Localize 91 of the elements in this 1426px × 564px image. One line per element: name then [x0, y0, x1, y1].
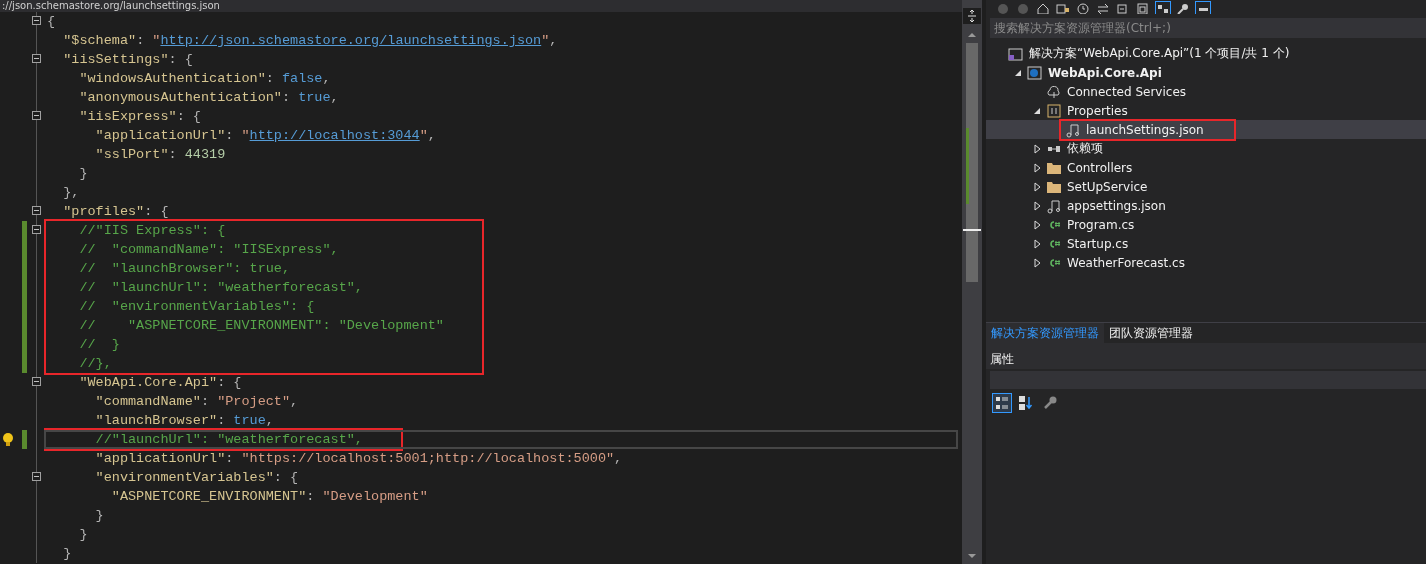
code-line: "profiles": {	[62, 203, 170, 221]
tree-row[interactable]: Controllers	[986, 158, 1426, 177]
solution-icon	[1008, 45, 1024, 62]
tree-item-label[interactable]: Properties	[1067, 103, 1128, 118]
code-line: // }	[78, 336, 121, 354]
tree-item-label[interactable]: Program.cs	[1067, 217, 1135, 232]
collapsed-arrow-icon[interactable]	[1032, 219, 1042, 230]
collapse-icon[interactable]	[32, 16, 41, 25]
cloud-icon	[1046, 83, 1062, 100]
collapsed-arrow-icon[interactable]	[1032, 162, 1042, 173]
navigation-path: ://json.schemastore.org/launchsettings.json	[2, 0, 220, 12]
tree-row[interactable]: Startup.cs	[986, 234, 1426, 253]
code-line: "windowsAuthentication": false,	[78, 70, 332, 88]
tree-row[interactable]: SetUpService	[986, 177, 1426, 196]
collapse-icon[interactable]	[32, 54, 41, 63]
tree-item-label[interactable]: WeatherForecast.cs	[1067, 255, 1185, 270]
code-line: "anonymousAuthentication": true,	[78, 89, 340, 107]
code-line: //"IIS Express": {	[78, 222, 227, 240]
url-link[interactable]: http://json.schemastore.org/launchsettings.json	[160, 33, 542, 48]
tree-item-label[interactable]: Connected Services	[1067, 84, 1187, 99]
properties-icon	[1046, 102, 1062, 119]
code-line: }	[78, 526, 89, 544]
code-line: }	[94, 507, 105, 525]
code-line: }	[78, 165, 89, 183]
sync-active-document-icon[interactable]	[1156, 2, 1170, 14]
search-field[interactable]: 搜索解决方案资源管理器(Ctrl+;)	[990, 18, 1426, 38]
tree-row[interactable]: appsettings.json	[986, 196, 1426, 215]
tree-row[interactable]: Properties	[986, 101, 1426, 120]
json-file-icon	[1046, 197, 1062, 214]
tree-row[interactable]: launchSettings.json	[986, 120, 1426, 139]
tree-row[interactable]: WebApi.Core.Api	[986, 63, 1426, 82]
web-project-icon	[1027, 64, 1043, 81]
sync-arrows-icon[interactable]	[1096, 2, 1110, 14]
code-line: "commandName": "Project",	[94, 393, 300, 411]
code-line: //"launchUrl": "weatherforecast",	[94, 431, 363, 449]
collapse-icon[interactable]	[32, 206, 41, 215]
collapse-icon[interactable]	[32, 377, 41, 386]
tree-row[interactable]: 解决方案“WebApi.Core.Api”(1 个项目/共 1 个)	[986, 44, 1426, 63]
code-line: // "launchUrl": "weatherforecast",	[78, 279, 364, 297]
code-line: //},	[78, 355, 113, 373]
lightbulb-icon[interactable]	[1, 432, 15, 448]
collapsed-arrow-icon[interactable]	[1032, 238, 1042, 249]
collapse-icon[interactable]	[32, 472, 41, 481]
tree-row[interactable]: Connected Services	[986, 82, 1426, 101]
tree-item-label[interactable]: 依赖项	[1067, 140, 1103, 157]
wrench-icon[interactable]	[1176, 2, 1190, 14]
collapsed-arrow-icon[interactable]	[1032, 200, 1042, 211]
preview-icon[interactable]	[1196, 2, 1210, 14]
code-line: // "ASPNETCORE_ENVIRONMENT": "Development"	[78, 317, 444, 335]
panel-tab[interactable]: 团队资源管理器	[1104, 323, 1198, 343]
tree-row[interactable]: WeatherForecast.cs	[986, 253, 1426, 272]
show-all-files-icon[interactable]	[1136, 2, 1150, 14]
collapsed-arrow-icon[interactable]	[1032, 181, 1042, 192]
collapse-icon[interactable]	[32, 111, 41, 120]
tree-item-label[interactable]: 解决方案“WebApi.Core.Api”(1 个项目/共 1 个)	[1029, 45, 1290, 62]
code-line: {	[47, 13, 57, 31]
code-line: "applicationUrl": "http://localhost:3044",	[94, 127, 437, 145]
categorized-button[interactable]	[992, 393, 1012, 413]
code-line: "launchBrowser": true,	[94, 412, 275, 430]
collapse-icon[interactable]	[32, 225, 41, 234]
code-line: "sslPort": 44319	[94, 146, 227, 164]
tree-item-label[interactable]: Controllers	[1067, 160, 1133, 175]
code-line: "applicationUrl": "https://localhost:5001;http://localhost:5000",	[94, 450, 624, 468]
code-line: "$schema": "http://json.schemastore.org/launchsettings.json",	[62, 32, 559, 50]
collapsed-arrow-icon[interactable]	[1032, 143, 1042, 154]
tree-item-label[interactable]: launchSettings.json	[1086, 122, 1204, 137]
properties-title: 属性	[990, 352, 1014, 366]
url-link[interactable]: http://localhost:3044	[249, 128, 420, 143]
tree-item-label[interactable]: SetUpService	[1067, 179, 1148, 194]
code-line: // "launchBrowser": true,	[78, 260, 292, 278]
history-icon[interactable]	[1076, 2, 1090, 14]
code-line: }	[62, 545, 73, 563]
code-line: // "environmentVariables": {	[78, 298, 316, 316]
collapsed-arrow-icon[interactable]	[1032, 257, 1042, 268]
tree-item-label[interactable]: WebApi.Core.Api	[1048, 65, 1162, 80]
code-line: "environmentVariables": {	[94, 469, 300, 487]
code-line: "iisExpress": {	[78, 108, 202, 126]
tree-item-label[interactable]: Startup.cs	[1067, 236, 1129, 251]
code-line: "iisSettings": {	[62, 51, 194, 69]
tree-row[interactable]: 依赖项	[986, 139, 1426, 158]
switch-views-icon[interactable]	[1056, 2, 1070, 14]
code-line: // "commandName": "IISExpress",	[78, 241, 340, 259]
tree-item-label[interactable]: appsettings.json	[1067, 198, 1166, 213]
json-file-icon	[1065, 121, 1081, 138]
panel-tab[interactable]: 解决方案资源管理器	[986, 323, 1104, 343]
tree-row[interactable]: Program.cs	[986, 215, 1426, 234]
code-line: },	[62, 184, 81, 202]
code-line: "WebApi.Core.Api": {	[78, 374, 243, 392]
home-icon[interactable]	[1036, 2, 1050, 14]
collapse-all-icon[interactable]	[1116, 2, 1130, 14]
code-line: "ASPNETCORE_ENVIRONMENT": "Development"	[110, 488, 429, 506]
